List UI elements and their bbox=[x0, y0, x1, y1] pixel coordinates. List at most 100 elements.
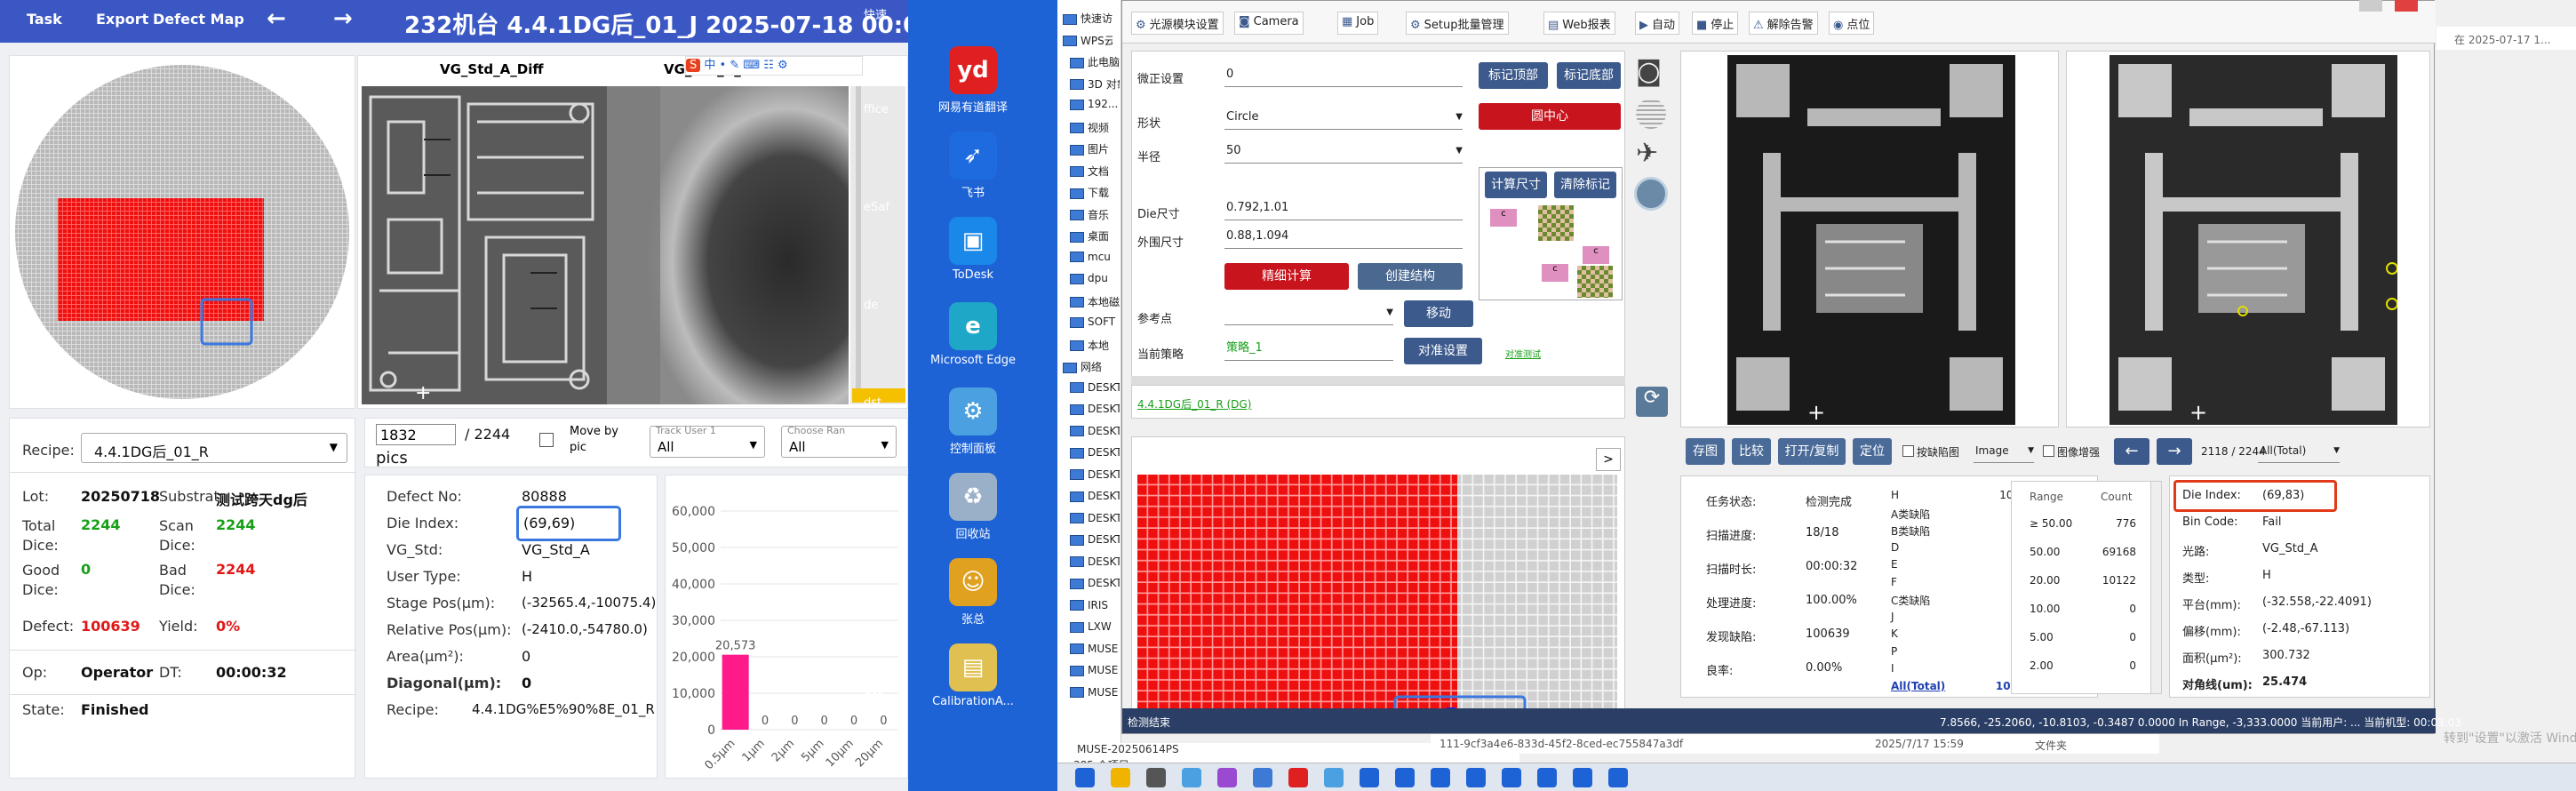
light-source-tool-button[interactable]: ⚙ 光源模块设置 bbox=[1131, 12, 1224, 35]
tree-item[interactable]: DESKTOP bbox=[1070, 425, 1120, 437]
tree-item[interactable]: 192... bbox=[1070, 98, 1120, 110]
image-type-select[interactable]: Image ▼ bbox=[1974, 440, 2034, 463]
tree-item[interactable]: 下载 bbox=[1070, 185, 1120, 200]
job-tool-button[interactable]: ▦ Job bbox=[1337, 12, 1379, 35]
defect-type-label[interactable]: All(Total) bbox=[1891, 680, 1945, 692]
taskbar-app-icon[interactable] bbox=[1217, 768, 1237, 787]
calc-size-button[interactable]: 计算尺寸 bbox=[1485, 172, 1547, 198]
taskbar-app-icon[interactable] bbox=[1537, 768, 1557, 787]
tree-item[interactable]: 图片 bbox=[1070, 141, 1120, 156]
control-icon[interactable]: ⚙ bbox=[949, 388, 997, 435]
align-set-button[interactable]: 对准设置 bbox=[1404, 338, 1482, 364]
track-user-select[interactable]: Track User 1 All ▼ bbox=[650, 425, 765, 458]
stop-tool-button[interactable]: ■ 停止 bbox=[1692, 12, 1739, 35]
task-menu[interactable]: Task bbox=[27, 11, 62, 28]
locate-button[interactable]: 定位 bbox=[1853, 438, 1892, 465]
defect-type-label[interactable]: B类缺陷 bbox=[1891, 523, 1930, 539]
tree-item[interactable]: DESKTOP bbox=[1070, 512, 1120, 524]
setup-tool-button[interactable]: ⚙ Setup批量管理 bbox=[1406, 12, 1509, 35]
forward-arrow-icon[interactable]: → bbox=[333, 5, 353, 32]
tree-item[interactable]: dpu bbox=[1070, 272, 1120, 284]
tree-item[interactable]: SOFT bbox=[1070, 316, 1120, 328]
mark-top-button[interactable]: 标记顶部 bbox=[1479, 62, 1548, 89]
tree-item[interactable]: DESKTOP bbox=[1070, 468, 1120, 481]
enhance-checkbox[interactable] bbox=[2043, 445, 2054, 457]
radius-select[interactable]: 50 ▼ bbox=[1224, 140, 1463, 164]
pic-index-input[interactable] bbox=[376, 424, 456, 445]
defect-type-label[interactable]: F bbox=[1891, 576, 1897, 588]
strategy-input[interactable]: 策略_1 bbox=[1224, 338, 1393, 361]
tree-item[interactable]: DESKTOP bbox=[1070, 446, 1120, 459]
clear-mark-button[interactable]: 清除标记 bbox=[1554, 172, 1616, 198]
tree-item[interactable]: 音乐 bbox=[1070, 207, 1120, 222]
defect-type-label[interactable]: J bbox=[1891, 611, 1894, 623]
feishu-icon[interactable]: ➶ bbox=[949, 132, 997, 180]
tree-item[interactable]: mcu bbox=[1070, 251, 1120, 263]
taskbar-app-icon[interactable] bbox=[1253, 768, 1272, 787]
defect-map-menu[interactable]: Defect Map bbox=[153, 11, 244, 28]
tree-item[interactable]: DESKTOP bbox=[1070, 577, 1120, 589]
taskbar-app-icon[interactable] bbox=[1182, 768, 1201, 787]
taskbar-app-icon[interactable] bbox=[1146, 768, 1166, 787]
taskbar-app-icon[interactable] bbox=[1573, 768, 1592, 787]
bar[interactable] bbox=[722, 654, 749, 730]
taskbar-app-icon[interactable] bbox=[1324, 768, 1344, 787]
folder-name[interactable]: MUSE-20250614PS bbox=[1077, 743, 1179, 755]
minimize-button[interactable] bbox=[2359, 0, 2382, 12]
refresh-icon[interactable]: ⟳ bbox=[1636, 387, 1668, 417]
camera-icon[interactable]: ◙ bbox=[1636, 56, 1662, 87]
tree-item[interactable]: 本地磁盘 bbox=[1070, 294, 1120, 309]
tree-item[interactable]: DESKTOP bbox=[1070, 533, 1120, 546]
save-image-button[interactable]: 存图 bbox=[1686, 438, 1725, 465]
taskbar-app-icon[interactable] bbox=[1502, 768, 1521, 787]
camera-tool-button[interactable]: ◙ Camera bbox=[1234, 12, 1304, 35]
calibration-icon[interactable]: ▤ bbox=[949, 643, 997, 691]
tree-item[interactable]: 网络 bbox=[1063, 359, 1113, 374]
prev-arrow-icon[interactable]: ← bbox=[2114, 438, 2149, 465]
range-scrollbar[interactable] bbox=[2150, 482, 2161, 693]
tree-item[interactable]: 此电脑 bbox=[1070, 54, 1120, 69]
export-menu[interactable]: Export bbox=[96, 11, 148, 28]
clear-alarm-tool-button[interactable]: ⚠ 解除告警 bbox=[1749, 12, 1818, 35]
taskbar-app-icon[interactable] bbox=[1466, 768, 1486, 787]
tree-item[interactable]: 3D 对象 bbox=[1070, 76, 1120, 92]
defect-type-label[interactable]: I bbox=[1891, 662, 1894, 675]
wafer-map[interactable] bbox=[10, 56, 355, 408]
user-icon[interactable]: ☺ bbox=[949, 558, 997, 606]
tree-item[interactable]: LXW bbox=[1070, 620, 1120, 633]
close-button[interactable] bbox=[2395, 0, 2418, 12]
defect-type-label[interactable]: K bbox=[1891, 627, 1898, 640]
tree-item[interactable]: MUSE bbox=[1070, 664, 1120, 676]
move-button[interactable]: 移动 bbox=[1404, 300, 1473, 327]
precise-calc-button[interactable]: 精细计算 bbox=[1224, 263, 1349, 290]
satellite-icon[interactable]: ✈ bbox=[1636, 138, 1658, 169]
mark-bottom-button[interactable]: 标记底部 bbox=[1557, 62, 1621, 89]
next-page-button[interactable]: > bbox=[1596, 448, 1621, 471]
next-arrow-icon[interactable]: → bbox=[2157, 438, 2192, 465]
tree-item[interactable]: DESKTOP bbox=[1070, 381, 1120, 394]
ref-point-select[interactable]: ▼ bbox=[1224, 302, 1393, 325]
create-struct-button[interactable]: 创建结构 bbox=[1358, 263, 1463, 290]
defect-type-label[interactable]: A类缺陷 bbox=[1891, 507, 1930, 522]
web-report-tool-button[interactable]: ▤ Web报表 bbox=[1543, 12, 1615, 35]
tree-item[interactable]: MUSE bbox=[1070, 686, 1120, 699]
ime-toolbar[interactable]: S 中 • ✎ ⌨ ☷ ⚙ bbox=[685, 56, 863, 76]
defect-type-label[interactable]: P bbox=[1891, 645, 1897, 658]
tree-item[interactable]: 文档 bbox=[1070, 164, 1120, 179]
filter-select[interactable]: All(Total) ▼ bbox=[2258, 440, 2340, 463]
circle-center-button[interactable]: 圆中心 bbox=[1479, 103, 1621, 130]
wafer-icon[interactable] bbox=[1636, 99, 1666, 129]
defect-type-label[interactable]: E bbox=[1891, 558, 1898, 571]
point-tool-button[interactable]: ◉ 点位 bbox=[1829, 12, 1875, 35]
tree-item[interactable]: 快速访问 bbox=[1063, 11, 1113, 26]
tree-item[interactable]: 视频 bbox=[1070, 120, 1120, 135]
shape-select[interactable]: Circle ▼ bbox=[1224, 107, 1463, 130]
recycle-icon[interactable]: ♻ bbox=[949, 473, 997, 521]
taskbar-app-icon[interactable] bbox=[1075, 768, 1095, 787]
choose-ran-select[interactable]: Choose Ran All ▼ bbox=[781, 425, 897, 458]
settings-wafer-icon[interactable] bbox=[1634, 177, 1668, 211]
back-arrow-icon[interactable]: ← bbox=[267, 5, 286, 32]
tree-item[interactable]: DESKTOP bbox=[1070, 403, 1120, 415]
outer-size-input[interactable]: 0.88,1.094 bbox=[1224, 226, 1463, 249]
taskbar-app-icon[interactable] bbox=[1431, 768, 1450, 787]
